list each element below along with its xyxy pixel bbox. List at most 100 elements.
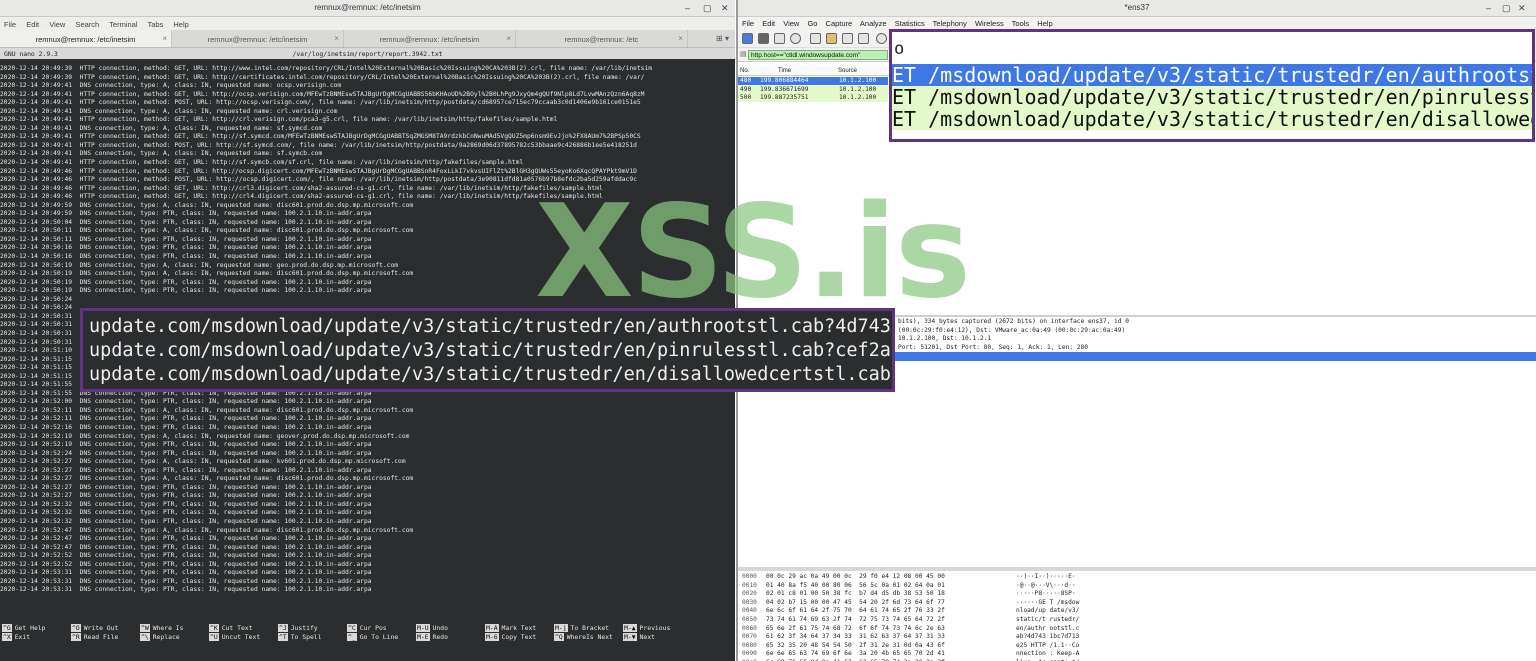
menu-edit[interactable]: Edit [762, 19, 775, 28]
shortcut-label: WhereIs Next [566, 633, 613, 641]
log-line: 2020-12-14 20:52:16 DNS connection, type… [0, 423, 372, 431]
column-no[interactable]: No. [740, 68, 749, 74]
shortcut-label: Cut Text [221, 624, 253, 632]
close-icon[interactable]: ✕ [721, 3, 729, 13]
packet-row[interactable]: 480 199.806884464 10.1.2.100 [738, 77, 888, 85]
menu-search[interactable]: Search [75, 20, 99, 29]
column-time[interactable]: Time [778, 68, 791, 74]
maximize-icon[interactable]: ▢ [1502, 3, 1511, 13]
column-source[interactable]: Source [838, 68, 857, 74]
close-tab-icon[interactable]: × [162, 34, 167, 43]
zoom-header: o [894, 39, 905, 59]
hex-row: 0050 73 74 61 74 69 63 2f 74 72 75 73 74 … [738, 616, 1536, 625]
packet-bytes: 0000 00 0c 29 ac 0a 49 00 0c 29 f0 e4 12 … [738, 573, 1536, 661]
shortcut-key: M-▲ [623, 624, 637, 632]
pane-divider[interactable] [738, 567, 1536, 571]
menu-edit[interactable]: Edit [26, 20, 39, 29]
open-file-icon[interactable] [810, 33, 821, 44]
log-line: 2020-12-14 20:52:11 DNS connection, type… [0, 406, 414, 414]
shortcut-label: Copy Text [501, 633, 537, 641]
shortcut-label: Justify [290, 624, 318, 632]
menu-go[interactable]: Go [807, 19, 817, 28]
log-line: 2020-12-14 20:49:46 HTTP connection, met… [0, 193, 603, 201]
log-line: 2020-12-14 20:50:19 DNS connection, type… [0, 287, 372, 295]
packet-row[interactable]: 490 199.836671699 10.1.2.100 [738, 85, 888, 94]
close-icon[interactable]: ✕ [1518, 3, 1526, 13]
close-tab-icon[interactable]: × [678, 34, 683, 43]
hex-ascii: ab?4d743 1bc7d713 [1016, 633, 1080, 641]
log-line: 2020-12-14 20:49:41 HTTP connection, met… [0, 159, 524, 167]
menu-wireless[interactable]: Wireless [975, 19, 1004, 28]
reload-icon[interactable] [858, 33, 869, 44]
minimize-icon[interactable]: – [1486, 3, 1491, 13]
zoom-line: ET /msdownload/update/v3/static/trustedr… [892, 86, 1532, 108]
restart-capture-icon[interactable] [774, 33, 785, 44]
log-line: 2020-12-14 20:52:27 DNS connection, type… [0, 483, 372, 491]
hex-off: 0050 [742, 615, 757, 623]
shortcut-key: M-6 [485, 633, 499, 641]
log-line: 2020-12-14 20:50:19 DNS connection, type… [0, 270, 414, 278]
menu-file[interactable]: File [742, 19, 754, 28]
hex-off: 0000 [742, 573, 757, 580]
hex-row: 0040 6e 6c 6f 61 64 2f 75 70 64 61 74 65 … [738, 607, 1536, 616]
hex-row: 0010 01 40 8a f5 40 00 80 06 56 5c 0a 01 … [738, 582, 1536, 591]
start-capture-icon[interactable] [742, 33, 753, 44]
menu-statistics[interactable]: Statistics [895, 19, 925, 28]
log-line: 2020-12-14 20:49:41 HTTP connection, met… [0, 90, 645, 98]
display-filter-input[interactable]: http.host=="ctldl.windowsupdate.com" [748, 50, 888, 60]
log-line: 2020-12-14 20:49:46 HTTP connection, met… [0, 176, 637, 184]
menu-tabs[interactable]: Tabs [147, 20, 163, 29]
menu-tools[interactable]: Tools [1012, 19, 1030, 28]
packet-cell-src: 10.1.2.100 [839, 77, 877, 84]
zoom-line: update.com/msdownload/update/v3/static/t… [89, 316, 895, 337]
close-file-icon[interactable] [842, 33, 853, 44]
shortcut-item: M-6 Copy Text [485, 633, 536, 641]
terminal-tab[interactable]: remnux@remnux: /etc × [516, 30, 688, 47]
hex-bytes: 6e 6e 65 63 74 69 6f 6e 3a 20 4b 65 65 7… [766, 650, 945, 658]
menu-help[interactable]: Help [173, 20, 188, 29]
new-tab-icon[interactable]: ⊞ ▾ [716, 34, 729, 43]
stop-capture-icon[interactable] [758, 33, 769, 44]
shortcut-key: ^\ [140, 633, 150, 641]
terminal-tab[interactable]: remnux@remnux: /etc/inetsim × [172, 30, 344, 47]
log-line: 2020-12-14 20:52:19 DNS connection, type… [0, 432, 410, 440]
capture-options-icon[interactable] [790, 33, 801, 44]
nano-header: GNU nano 2.9.3 /var/log/inetsim/report/r… [0, 48, 735, 59]
find-packet-icon[interactable] [876, 33, 887, 44]
tab-label: remnux@remnux: /etc [564, 35, 639, 44]
shortcut-key: ^U [209, 633, 219, 641]
menu-file[interactable]: File [4, 20, 16, 29]
menu-view[interactable]: View [49, 20, 65, 29]
menu-capture[interactable]: Capture [826, 19, 853, 28]
menu-view[interactable]: View [783, 19, 799, 28]
log-line: 2020-12-14 20:50:16 DNS connection, type… [0, 244, 372, 252]
packet-cell-no: 500 [740, 94, 752, 101]
shortcut-key: ^O [71, 624, 81, 632]
bookmark-icon[interactable]: ▤ [740, 50, 747, 58]
menu-telephony[interactable]: Telephony [933, 19, 967, 28]
log-line: 2020-12-14 20:49:41 DNS connection, type… [0, 150, 323, 158]
hex-off: 0010 [742, 581, 757, 589]
maximize-icon[interactable]: ▢ [703, 3, 712, 13]
shortcut-label: Mark Text [501, 624, 537, 632]
save-file-icon[interactable] [826, 33, 837, 44]
close-tab-icon[interactable]: × [506, 34, 511, 43]
minimize-icon[interactable]: – [685, 3, 690, 13]
wireshark-titlebar: *ens37 – ▢ ✕ [738, 0, 1536, 17]
shortcut-item: ^J Justify [278, 624, 318, 632]
wireshark-title: *ens37 [1124, 3, 1150, 12]
log-line: 2020-12-14 20:53:31 DNS connection, type… [0, 569, 372, 577]
terminal-tab[interactable]: remnux@remnux: /etc/inetsim × [0, 30, 172, 47]
hex-bytes: 6e 6c 6f 61 64 2f 75 70 64 61 74 65 2f 7… [766, 607, 945, 615]
menu-help[interactable]: Help [1037, 19, 1052, 28]
log-line: 2020-12-14 20:52:47 DNS connection, type… [0, 526, 414, 534]
terminal-tab[interactable]: remnux@remnux: /etc/inetsim × [344, 30, 516, 47]
hex-off: 0070 [742, 633, 757, 641]
menu-analyze[interactable]: Analyze [860, 19, 887, 28]
log-line: 2020-12-14 20:49:41 HTTP connection, met… [0, 133, 641, 141]
zoom-line: update.com/msdownload/update/v3/static/t… [89, 340, 895, 361]
packet-row[interactable]: 500 199.887235751 10.1.2.100 [738, 94, 888, 102]
close-tab-icon[interactable]: × [334, 34, 339, 43]
hex-ascii: e25 HTTP /1.1··Co [1016, 641, 1080, 649]
menu-terminal[interactable]: Terminal [109, 20, 137, 29]
